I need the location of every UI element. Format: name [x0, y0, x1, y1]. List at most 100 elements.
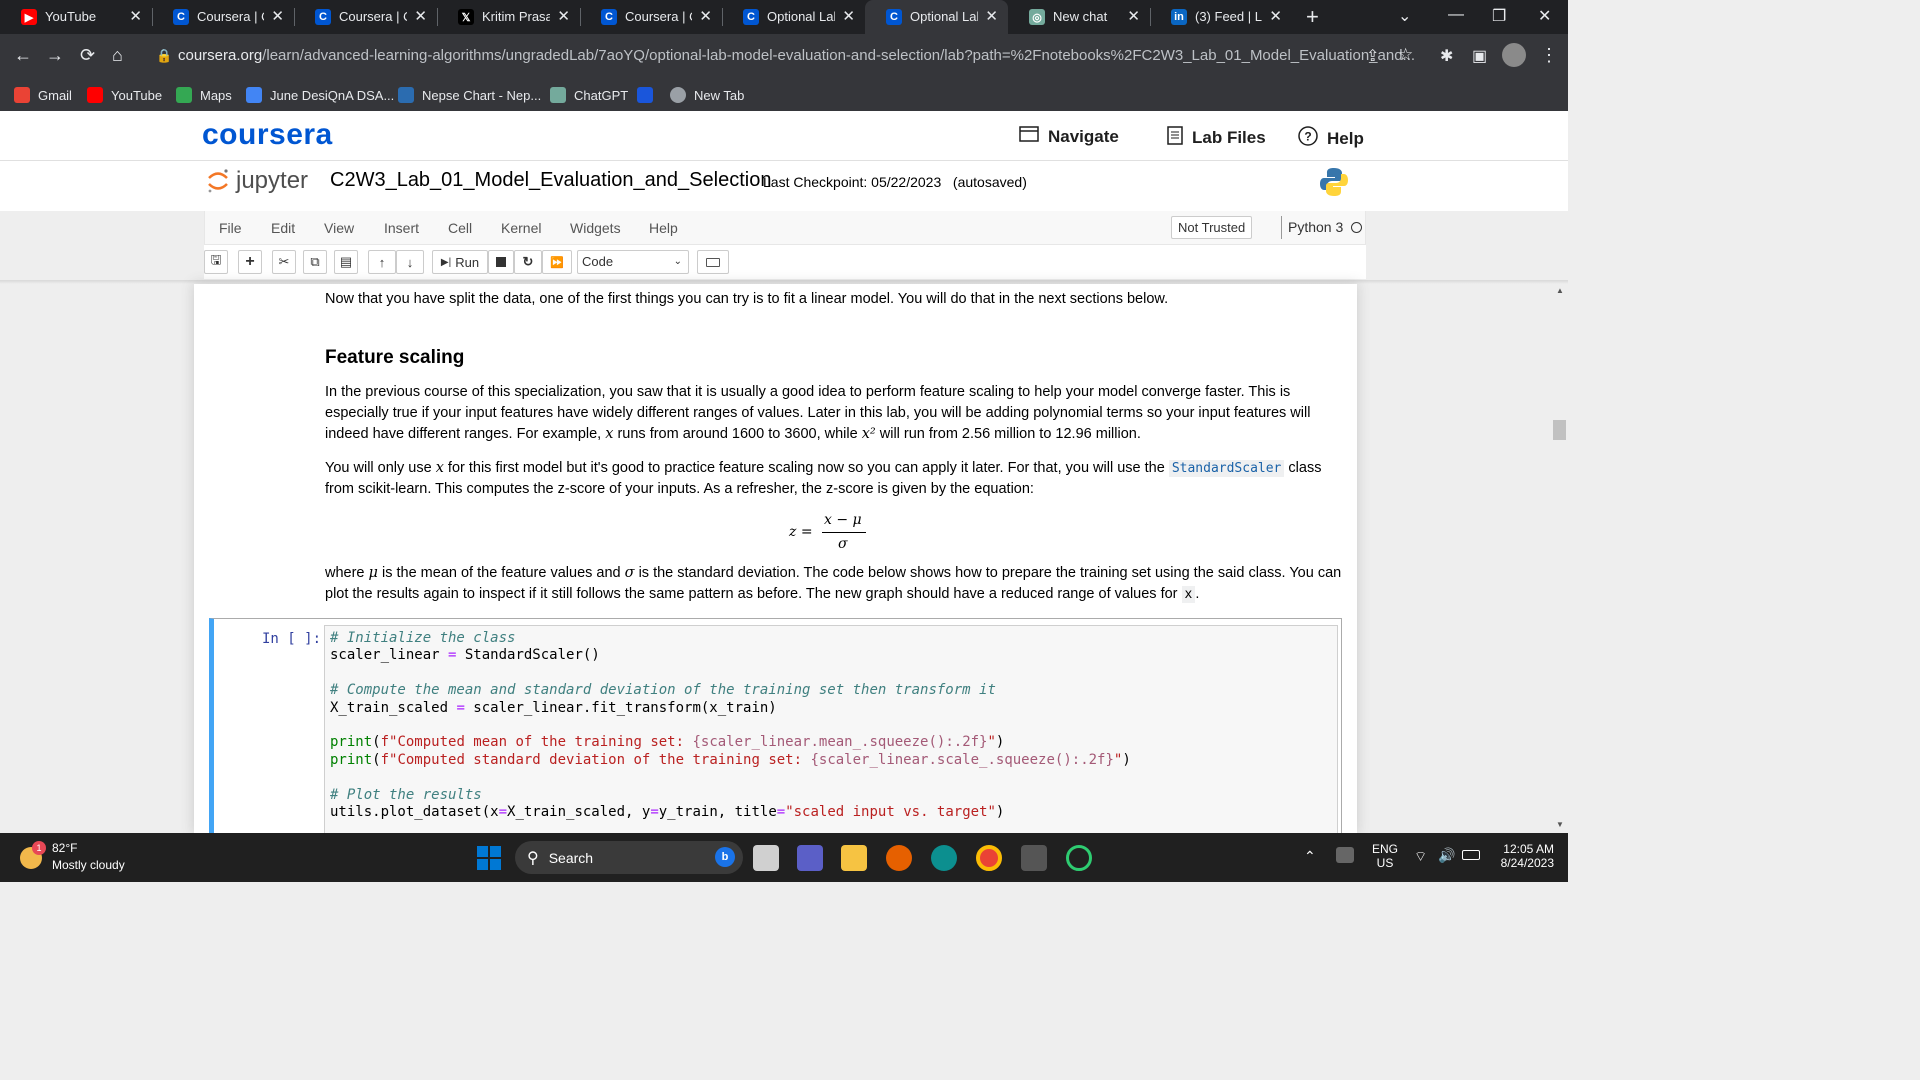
cell-type-select[interactable]: Code ⌄ [577, 250, 689, 274]
menu-edit[interactable]: Edit [271, 220, 295, 236]
menu-widgets[interactable]: Widgets [570, 220, 621, 236]
navigate-button[interactable]: Navigate [1019, 126, 1119, 147]
tab-close-icon[interactable]: ✕ [1127, 7, 1140, 25]
close-window-icon[interactable]: ✕ [1538, 6, 1551, 26]
chevron-down-icon: ⌄ [673, 256, 682, 267]
tray-overflow-icon[interactable]: ⌃ [1304, 848, 1316, 865]
weather-widget[interactable]: 1 [18, 841, 46, 871]
chevron-down-icon[interactable]: ⌄ [1398, 6, 1411, 26]
browser-tab[interactable]: ◎ New chat ✕ [1008, 0, 1150, 34]
taskbar-search[interactable]: ⚲ Search b [515, 841, 743, 874]
back-icon[interactable]: ← [14, 45, 32, 66]
tab-close-icon[interactable]: ✕ [1269, 7, 1282, 25]
notebook-title[interactable]: C2W3_Lab_01_Model_Evaluation_and_Selecti… [330, 169, 771, 192]
bookmark-item[interactable]: YouTube [87, 84, 162, 106]
bookmark-item[interactable]: Maps [176, 84, 232, 106]
restore-icon[interactable]: ❐ [1492, 6, 1506, 26]
language-indicator[interactable]: ENG US [1372, 842, 1398, 870]
browser-tab[interactable]: C Optional Lab: ✕ [865, 0, 1008, 34]
battery-icon[interactable] [1462, 850, 1480, 860]
bookmark-item[interactable]: Gmail [14, 84, 72, 106]
scroll-up-icon[interactable]: ▲ [1556, 286, 1564, 295]
store-icon[interactable] [1021, 845, 1047, 871]
insert-cell-button[interactable]: + [238, 250, 262, 274]
reload-icon[interactable]: ⟳ [80, 45, 95, 66]
tab-close-icon[interactable]: ✕ [985, 7, 998, 25]
tab-close-icon[interactable]: ✕ [557, 7, 570, 25]
code-cell[interactable]: In [ ]: # Initialize the class scaler_lin… [209, 618, 1342, 833]
lock-icon[interactable]: 🔒 [156, 48, 172, 64]
chrome-icon[interactable] [976, 845, 1002, 871]
forward-icon[interactable]: → [46, 45, 64, 66]
browser-tab[interactable]: C Coursera | Onl ✕ [294, 0, 437, 34]
firefox-icon[interactable] [886, 845, 912, 871]
sidebar-icon[interactable]: ▣ [1472, 46, 1487, 66]
not-trusted-badge[interactable]: Not Trusted [1171, 216, 1253, 239]
clock[interactable]: 12:05 AM 8/24/2023 [1494, 842, 1554, 870]
restart-button[interactable]: ↻ [514, 250, 542, 274]
restart-run-all-button[interactable]: ⏩ [542, 250, 572, 274]
menu-dots-icon[interactable]: ⋮ [1540, 45, 1558, 66]
bookmark-item[interactable]: New Tab [670, 84, 744, 106]
windows-start-icon[interactable] [477, 846, 501, 870]
page-scrollbar[interactable]: ▲ ▼ [1552, 284, 1568, 833]
new-tab-icon[interactable]: + [1306, 4, 1319, 30]
bookmark-star-icon[interactable]: ☆ [1398, 45, 1413, 65]
coursera-logo[interactable]: coursera [202, 118, 333, 152]
run-button[interactable]: ▶| Run [432, 250, 488, 274]
scroll-down-icon[interactable]: ▼ [1556, 820, 1564, 829]
tab-close-icon[interactable]: ✕ [699, 7, 712, 25]
jupyter-logo[interactable]: jupyter [206, 166, 308, 196]
url-field[interactable]: coursera.org/learn/advanced-learning-alg… [178, 47, 1415, 64]
browser-tab[interactable]: C Coursera | Onl ✕ [580, 0, 722, 34]
minimize-icon[interactable]: — [1448, 6, 1464, 24]
profile-avatar[interactable] [1502, 43, 1526, 67]
cut-button[interactable]: ✂ [272, 250, 296, 274]
kernel-indicator[interactable]: Python 3 [1281, 216, 1363, 239]
browser-tab[interactable]: in (3) Feed | Link ✕ [1150, 0, 1292, 34]
command-palette-button[interactable] [697, 250, 729, 274]
code-line: X_train_scaled = scaler_linear.fit_trans… [330, 699, 777, 716]
help-button[interactable]: ? Help [1298, 126, 1364, 151]
menu-kernel[interactable]: Kernel [501, 220, 541, 236]
menu-insert[interactable]: Insert [384, 220, 419, 236]
tab-close-icon[interactable]: ✕ [414, 7, 427, 25]
menu-cell[interactable]: Cell [448, 220, 472, 236]
bookmark-item[interactable]: Nepse Chart - Nep... [398, 84, 541, 106]
menu-view[interactable]: View [324, 220, 354, 236]
menu-help[interactable]: Help [649, 220, 678, 236]
move-down-button[interactable]: ↓ [396, 250, 424, 274]
move-up-button[interactable]: ↑ [368, 250, 396, 274]
bookmark-item[interactable]: June DesiQnA DSA... [246, 84, 394, 106]
bookmark-item[interactable] [637, 84, 661, 106]
tab-close-icon[interactable]: ✕ [271, 7, 284, 25]
lab-files-button[interactable]: Lab Files [1167, 126, 1266, 150]
browser-tab[interactable]: C Coursera | Onl ✕ [152, 0, 294, 34]
menu-file[interactable]: File [219, 220, 242, 236]
browser-tab[interactable]: ▶ YouTube ✕ [0, 0, 152, 34]
bookmark-item[interactable]: ChatGPT [550, 84, 628, 106]
file-explorer-icon[interactable] [841, 845, 867, 871]
save-button[interactable]: 🖫 [204, 250, 228, 274]
tab-close-icon[interactable]: ✕ [842, 7, 855, 25]
paste-button[interactable]: ▤ [334, 250, 358, 274]
browser-tab[interactable]: 𝕏 Kritim Prasad ✕ [437, 0, 580, 34]
share-icon[interactable]: ⇪ [1366, 46, 1379, 66]
tray-app-icon[interactable] [1336, 847, 1354, 863]
home-icon[interactable]: ⌂ [112, 45, 123, 66]
jupyter-header: jupyter C2W3_Lab_01_Model_Evaluation_and… [0, 161, 1568, 211]
code-editor[interactable]: # Initialize the class scaler_linear = St… [324, 625, 1338, 833]
tab-close-icon[interactable]: ✕ [129, 7, 142, 25]
interrupt-button[interactable] [488, 250, 514, 274]
wifi-icon[interactable]: ⌔ [1414, 848, 1427, 866]
teams-icon[interactable] [797, 845, 823, 871]
browser-tab[interactable]: C Optional Lab: ✕ [722, 0, 865, 34]
app-icon[interactable] [1066, 845, 1092, 871]
edge-icon[interactable] [931, 845, 957, 871]
copy-button[interactable]: ⧉ [303, 250, 327, 274]
volume-icon[interactable]: 🔊 [1438, 847, 1455, 864]
extensions-icon[interactable]: ✱ [1440, 46, 1453, 66]
scrollbar-thumb[interactable] [1553, 420, 1566, 440]
bookmark-icon [246, 87, 262, 103]
task-view-icon[interactable] [753, 845, 779, 871]
